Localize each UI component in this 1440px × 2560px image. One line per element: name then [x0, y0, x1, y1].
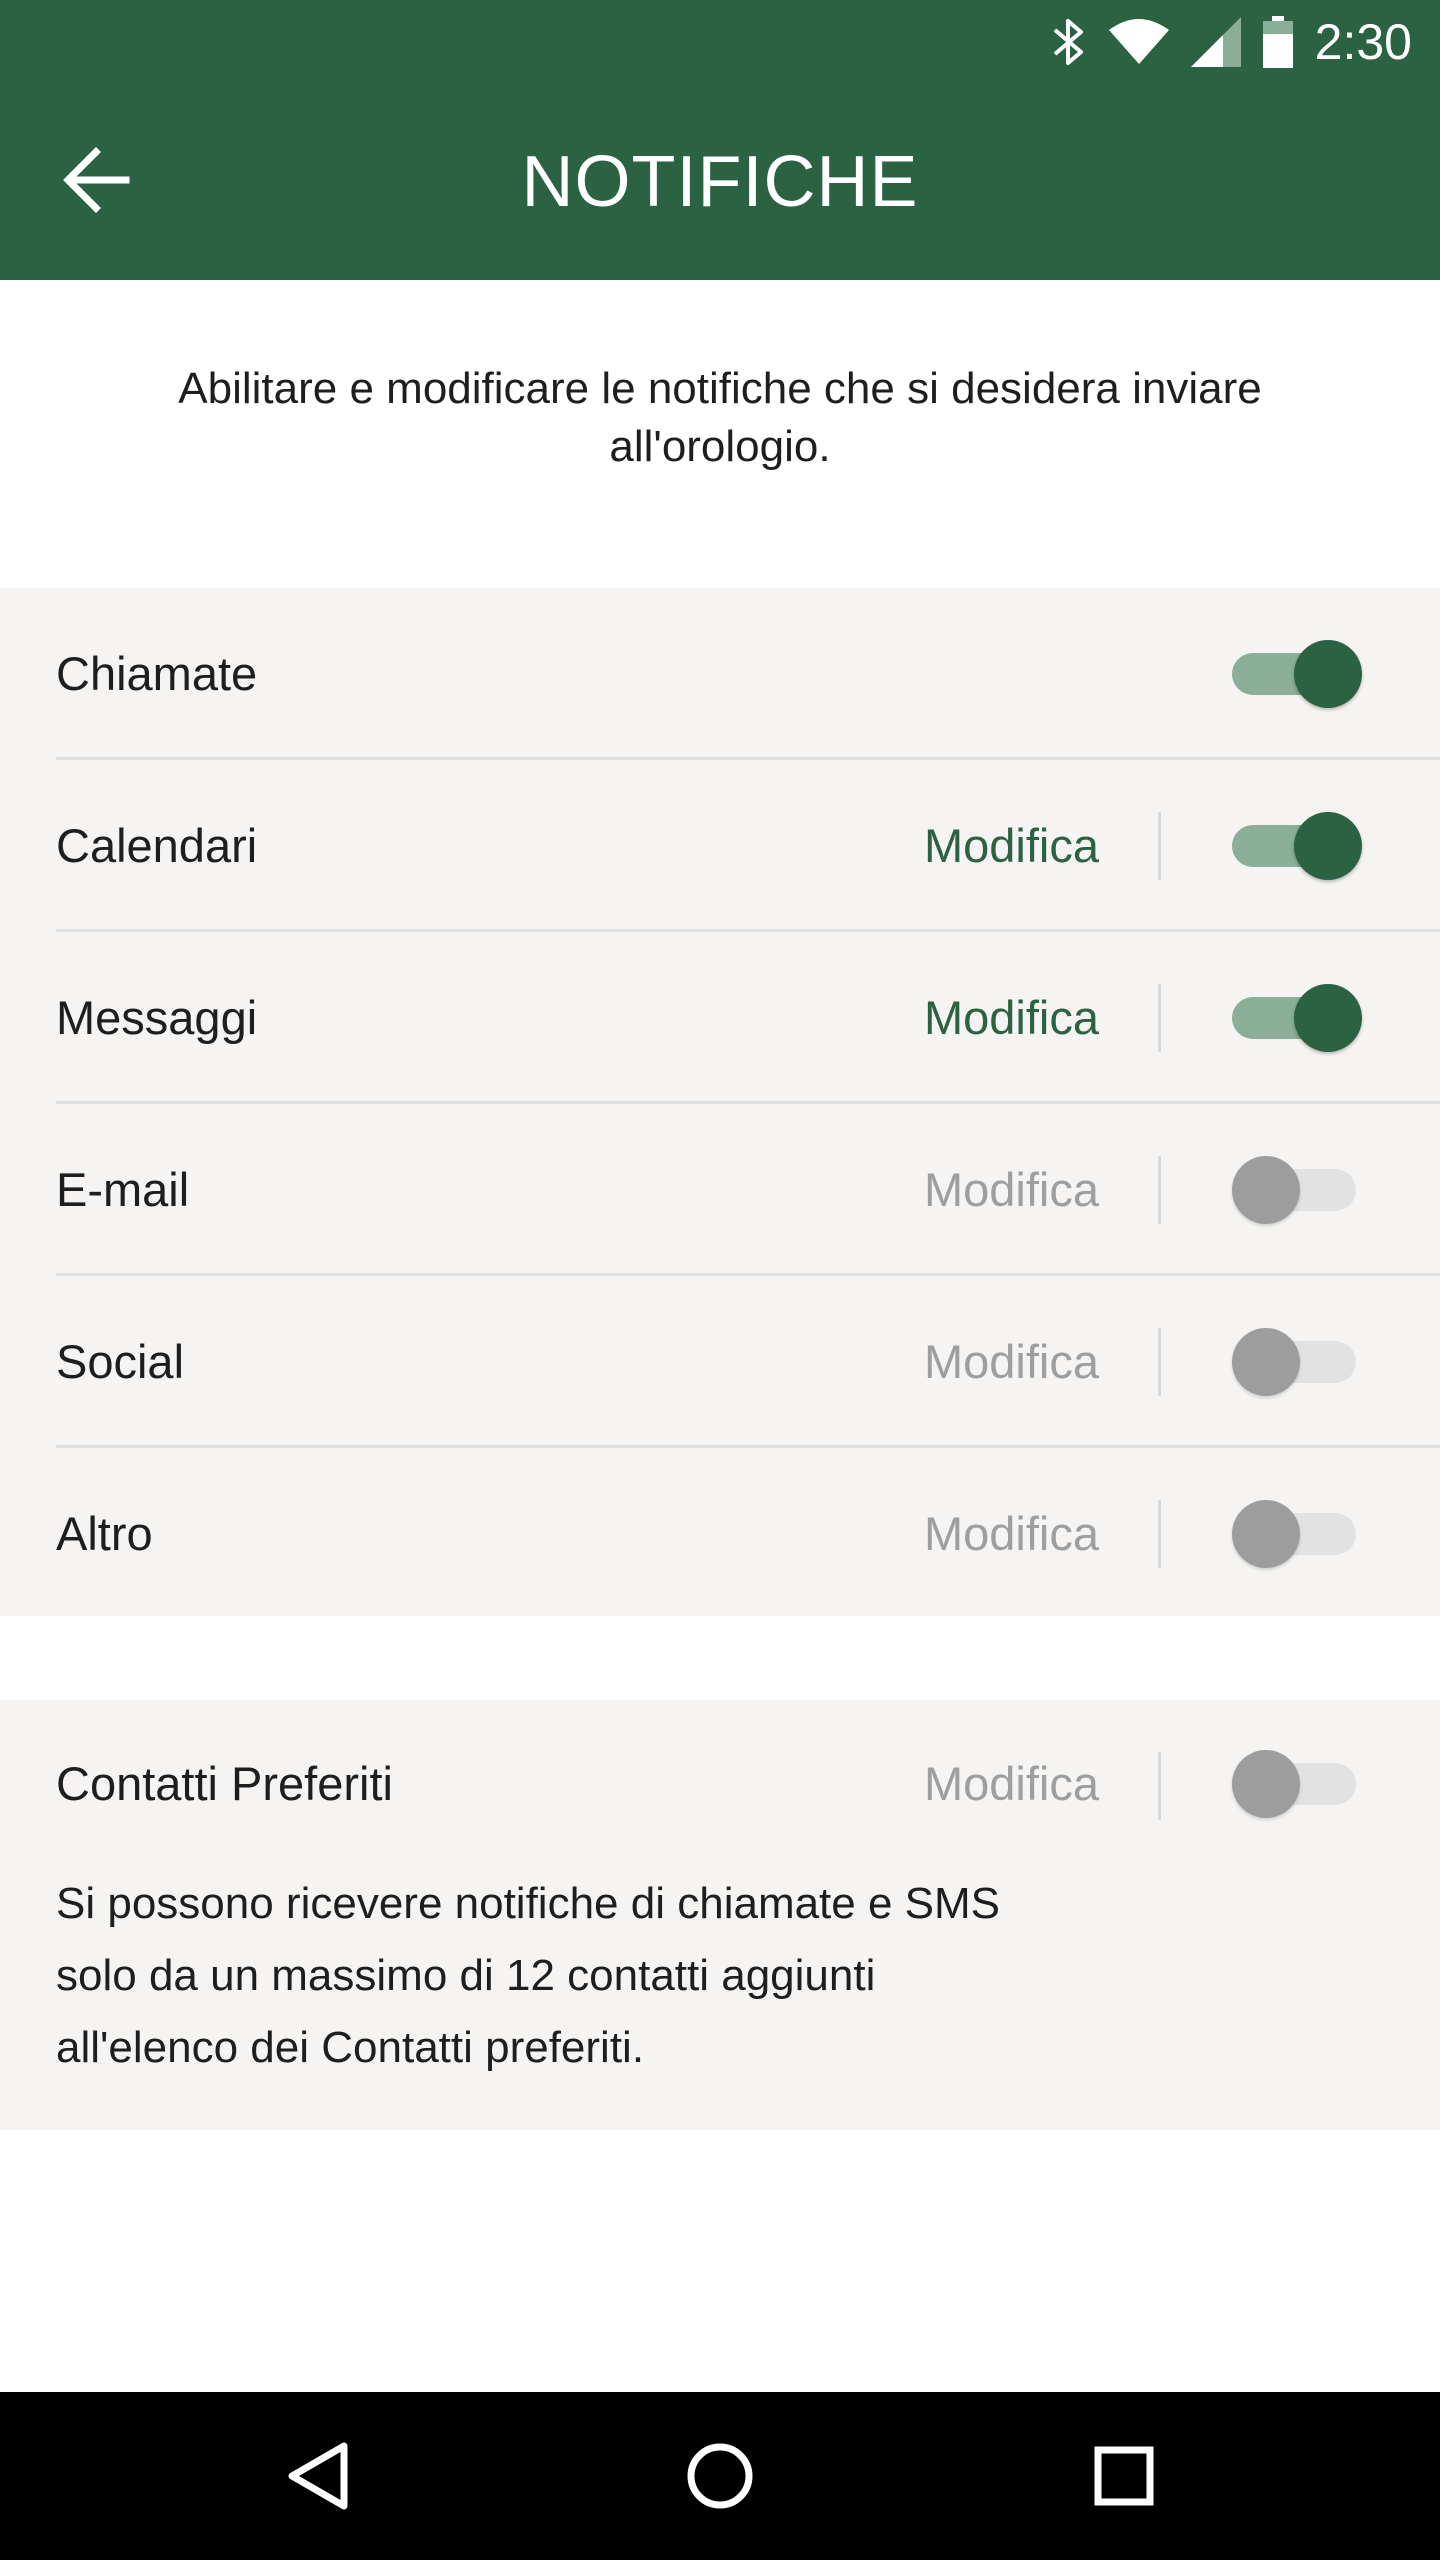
- edit-button-email[interactable]: Modifica: [924, 1104, 1099, 1276]
- nav-home-button[interactable]: [660, 2416, 780, 2536]
- status-icons: 2:30: [1051, 10, 1412, 74]
- list-item-favorites: Contatti Preferiti Modifica: [0, 1700, 1440, 1868]
- row-label: Messaggi: [56, 991, 258, 1044]
- row-label: E-mail: [56, 1163, 190, 1216]
- toggle-email[interactable]: [1232, 1156, 1356, 1224]
- toggle-thumb: [1294, 640, 1362, 708]
- favorites-description: Si possono ricevere notifiche di chiamat…: [56, 1879, 1001, 2072]
- list-item-messaggi: Messaggi Modifica: [0, 932, 1440, 1104]
- signal-icon: [1190, 17, 1241, 67]
- vertical-separator: [1158, 1328, 1161, 1396]
- edit-button-altro[interactable]: Modifica: [924, 1448, 1099, 1620]
- app-bar: 2:30 NOTIFICHE: [0, 0, 1440, 280]
- toggle-favorites[interactable]: [1232, 1750, 1356, 1818]
- home-circle-icon: [660, 2416, 780, 2536]
- intro-text: Abilitare e modificare le notifiche che …: [178, 364, 1262, 471]
- toggle-altro[interactable]: [1232, 1500, 1356, 1568]
- edit-button-calendari[interactable]: Modifica: [924, 760, 1099, 932]
- vertical-separator: [1158, 1752, 1161, 1820]
- toggle-thumb: [1232, 1328, 1300, 1396]
- toggle-social[interactable]: [1232, 1328, 1356, 1396]
- back-button[interactable]: [50, 130, 146, 226]
- list-item-social: Social Modifica: [0, 1276, 1440, 1448]
- battery-icon: [1262, 16, 1293, 68]
- navigation-bar: [0, 2392, 1440, 2560]
- toggle-calendari[interactable]: [1232, 812, 1362, 880]
- toggle-chiamate[interactable]: [1232, 640, 1362, 708]
- toggle-thumb: [1232, 1500, 1300, 1568]
- list-item-altro: Altro Modifica: [0, 1448, 1440, 1616]
- bluetooth-icon: [1051, 16, 1087, 68]
- vertical-separator: [1158, 812, 1161, 880]
- arrow-left-icon: [50, 147, 146, 230]
- edit-button-social[interactable]: Modifica: [924, 1276, 1099, 1448]
- vertical-separator: [1158, 1156, 1161, 1224]
- notification-list: Chiamate Calendari Modifica Messaggi Mod…: [0, 588, 1440, 1616]
- list-item-chiamate: Chiamate: [0, 588, 1440, 760]
- list-item-calendari: Calendari Modifica: [0, 760, 1440, 932]
- status-bar: 2:30: [0, 0, 1440, 84]
- row-label: Contatti Preferiti: [56, 1757, 393, 1810]
- toggle-thumb: [1294, 812, 1362, 880]
- nav-recents-button[interactable]: [1064, 2416, 1184, 2536]
- row-label: Calendari: [56, 819, 258, 872]
- vertical-separator: [1158, 984, 1161, 1052]
- toggle-thumb: [1232, 1156, 1300, 1224]
- back-triangle-icon: [256, 2416, 376, 2536]
- edit-button-messaggi[interactable]: Modifica: [924, 932, 1099, 1104]
- wifi-icon: [1108, 18, 1169, 66]
- row-label: Social: [56, 1335, 185, 1388]
- vertical-separator: [1158, 1500, 1161, 1568]
- toggle-thumb: [1294, 984, 1362, 1052]
- list-item-email: E-mail Modifica: [0, 1104, 1440, 1276]
- status-time: 2:30: [1314, 14, 1412, 70]
- favorites-panel: Contatti Preferiti Modifica Si possono r…: [0, 1700, 1440, 2130]
- toggle-messaggi[interactable]: [1232, 984, 1362, 1052]
- row-label: Altro: [56, 1507, 153, 1560]
- toggle-thumb: [1232, 1750, 1300, 1818]
- edit-button-favorites[interactable]: Modifica: [924, 1700, 1099, 1868]
- row-label: Chiamate: [56, 647, 258, 700]
- nav-back-button[interactable]: [256, 2416, 376, 2536]
- recents-square-icon: [1064, 2416, 1184, 2536]
